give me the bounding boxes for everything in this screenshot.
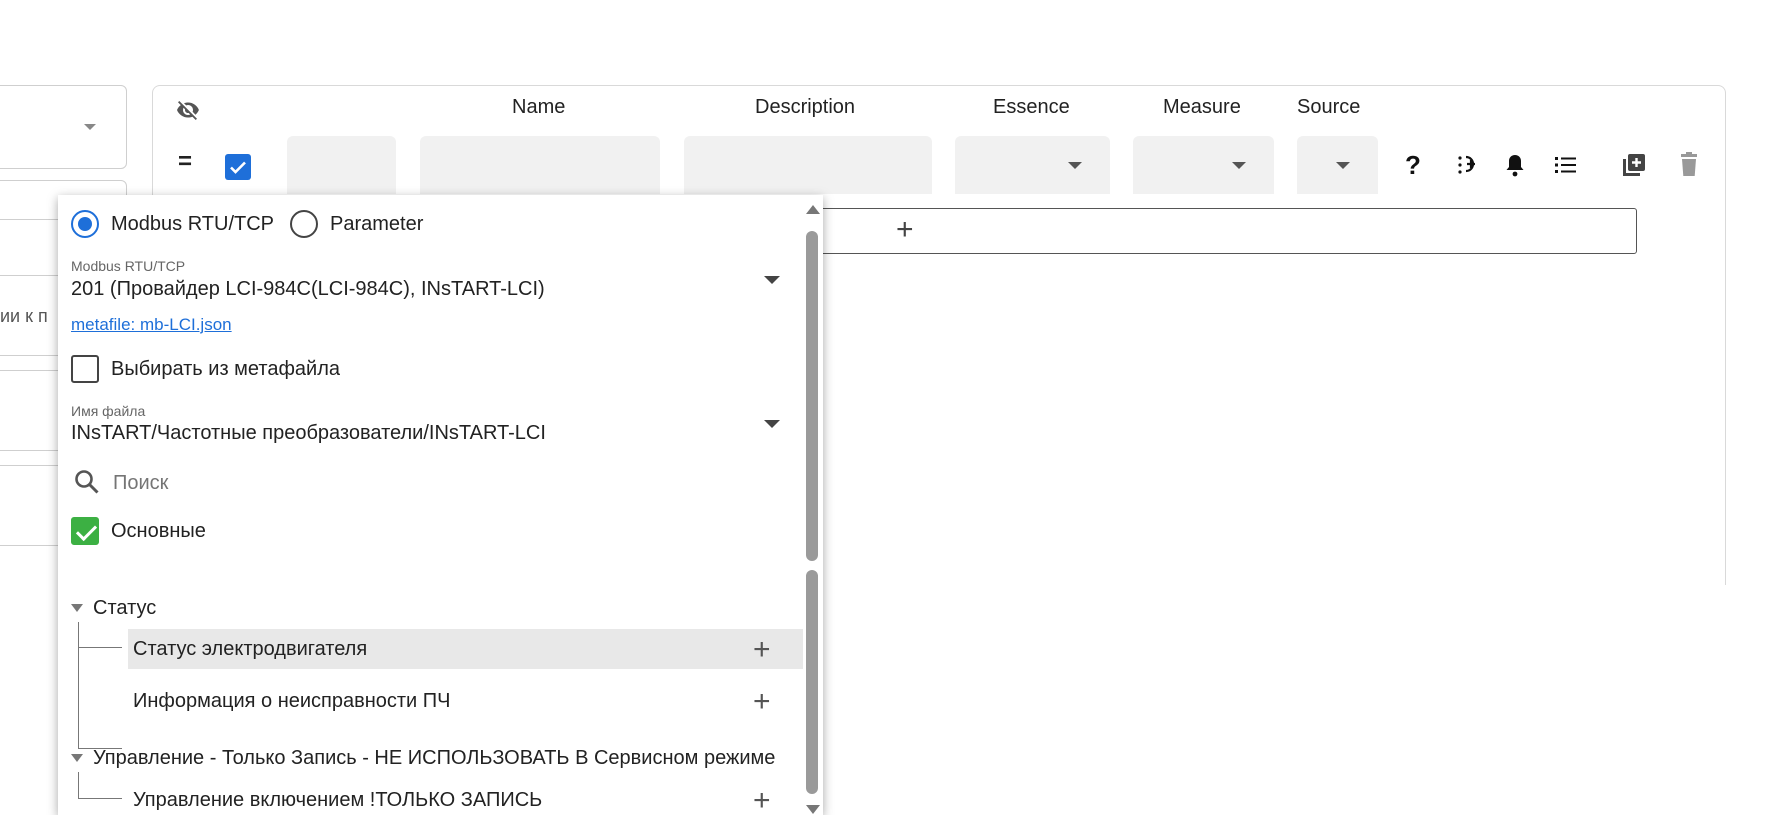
bg-divider bbox=[0, 275, 60, 276]
search-input[interactable] bbox=[113, 467, 713, 499]
column-header-essence[interactable]: Essence bbox=[993, 96, 1070, 119]
tree-connector bbox=[78, 647, 122, 648]
select-from-metafile-checkbox[interactable] bbox=[71, 355, 99, 383]
row-measure-select[interactable] bbox=[1133, 136, 1274, 194]
bg-divider bbox=[0, 545, 60, 546]
bg-divider bbox=[0, 450, 60, 451]
chevron-down-icon[interactable] bbox=[764, 276, 780, 284]
delete-icon[interactable] bbox=[1678, 152, 1700, 183]
file-field-label: Имя файла bbox=[71, 403, 146, 419]
plus-icon: + bbox=[896, 213, 914, 246]
bell-icon[interactable] bbox=[1503, 152, 1527, 183]
touch-add-icon[interactable] bbox=[1454, 152, 1480, 183]
row-id-input[interactable] bbox=[287, 136, 396, 194]
visibility-off-icon[interactable] bbox=[176, 98, 200, 122]
row-select-checkbox[interactable] bbox=[225, 154, 251, 180]
popup-separator bbox=[58, 562, 823, 574]
file-field-value[interactable]: INsTART/Частотные преобразователи/INsTAR… bbox=[71, 422, 546, 445]
tree-item-fault-info[interactable]: Информация о неисправности ПЧ bbox=[133, 690, 451, 713]
tree-connector bbox=[78, 798, 122, 799]
device-field-value[interactable]: 201 (Провайдер LCI-984C(LCI-984C), INsTA… bbox=[71, 278, 545, 301]
tree-item-motor-status[interactable]: Статус электродвигателя bbox=[133, 638, 367, 661]
list-icon[interactable] bbox=[1553, 152, 1579, 183]
row-essence-select[interactable] bbox=[955, 136, 1110, 194]
search-icon bbox=[73, 468, 101, 501]
chevron-down-icon bbox=[1336, 162, 1350, 169]
tree-item-start-control[interactable]: Управление включением !ТОЛЬКО ЗАПИСЬ bbox=[133, 789, 542, 812]
scroll-up-icon[interactable] bbox=[806, 205, 820, 214]
row-source-select[interactable] bbox=[1297, 136, 1378, 194]
row-description-input[interactable] bbox=[684, 136, 932, 194]
main-group-checkbox[interactable] bbox=[71, 517, 99, 545]
row-name-input[interactable] bbox=[420, 136, 660, 194]
chevron-down-icon[interactable] bbox=[764, 420, 780, 428]
add-item-plus-icon[interactable]: + bbox=[753, 786, 771, 815]
add-item-plus-icon[interactable]: + bbox=[753, 687, 771, 717]
bg-divider bbox=[0, 370, 60, 371]
add-row-button[interactable]: + bbox=[800, 208, 1637, 254]
radio-modbus-label[interactable]: Modbus RTU/TCP bbox=[111, 213, 274, 236]
column-header-name[interactable]: Name bbox=[512, 96, 565, 119]
checkmark-icon bbox=[230, 161, 246, 174]
radio-modbus[interactable] bbox=[71, 210, 99, 238]
source-picker-popup: Modbus RTU/TCP Parameter Modbus RTU/TCP … bbox=[58, 195, 823, 815]
scrollbar-thumb[interactable] bbox=[806, 231, 818, 561]
tree-group-control[interactable]: Управление - Только Запись - НЕ ИСПОЛЬЗО… bbox=[93, 747, 775, 770]
help-icon[interactable]: ? bbox=[1405, 152, 1421, 178]
device-field-label: Modbus RTU/TCP bbox=[71, 258, 186, 274]
chevron-down-icon bbox=[1068, 162, 1082, 169]
library-add-icon[interactable] bbox=[1621, 152, 1647, 183]
radio-parameter[interactable] bbox=[290, 210, 318, 238]
select-from-metafile-label[interactable]: Выбирать из метафайла bbox=[111, 358, 340, 381]
expand-triangle-icon[interactable] bbox=[71, 754, 83, 762]
chevron-down-icon bbox=[1232, 162, 1246, 169]
chevron-down-icon bbox=[84, 124, 96, 130]
tree-connector bbox=[78, 772, 79, 798]
tree-group-status[interactable]: Статус bbox=[93, 597, 156, 620]
column-header-source[interactable]: Source bbox=[1297, 96, 1360, 119]
scroll-down-icon[interactable] bbox=[806, 805, 820, 814]
expand-triangle-icon[interactable] bbox=[71, 604, 83, 612]
column-header-description[interactable]: Description bbox=[755, 96, 855, 119]
tree-connector bbox=[78, 622, 79, 748]
column-header-measure[interactable]: Measure bbox=[1163, 96, 1241, 119]
bg-select-1[interactable] bbox=[0, 85, 127, 169]
scrollbar-thumb[interactable] bbox=[806, 570, 818, 794]
main-group-label[interactable]: Основные bbox=[111, 520, 206, 543]
radio-parameter-label[interactable]: Parameter bbox=[330, 213, 423, 236]
bg-truncated-label: ии к п bbox=[0, 306, 48, 326]
bg-divider bbox=[0, 355, 60, 356]
metafile-link[interactable]: metafile: mb-LCI.json bbox=[71, 315, 232, 335]
bg-divider bbox=[0, 465, 60, 466]
add-item-plus-icon[interactable]: + bbox=[753, 635, 771, 665]
drag-handle-icon[interactable]: = bbox=[178, 150, 192, 174]
